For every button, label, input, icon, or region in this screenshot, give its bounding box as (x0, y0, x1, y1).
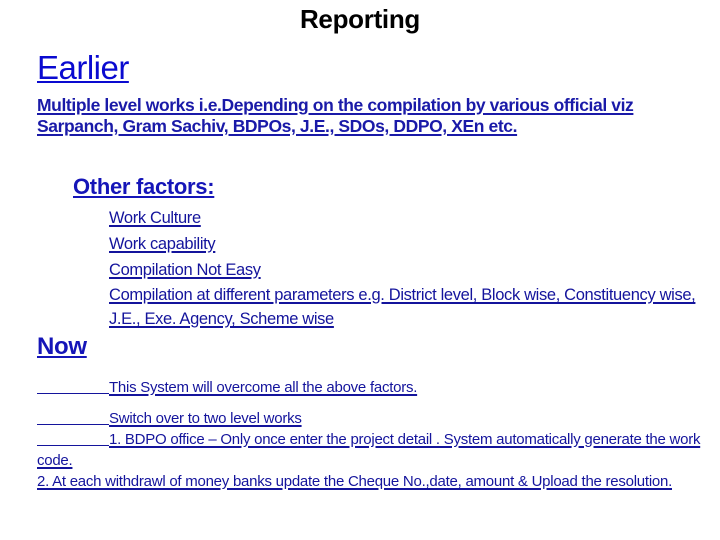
factor-item: Work Culture (109, 205, 709, 231)
heading-earlier: Earlier (37, 49, 129, 86)
now-line: 2. At each withdrawl of money banks upda… (37, 471, 702, 492)
factor-text: Compilation at different parameters e.g.… (109, 286, 696, 328)
indent-underline (37, 410, 109, 425)
now-line-text: This System will overcome all the above … (109, 379, 418, 396)
now-line: This System will overcome all the above … (37, 377, 702, 398)
factor-item: Work capability (109, 231, 709, 257)
factor-item: Compilation at different parameters e.g.… (109, 283, 709, 331)
now-line: 1. BDPO office – Only once enter the pro… (37, 429, 702, 471)
factor-text: Work capability (109, 235, 216, 253)
now-line-text: 1. BDPO office – Only once enter the pro… (37, 431, 701, 469)
now-line-text: Switch over to two level works (109, 410, 302, 427)
slide-title: Reporting (299, 4, 421, 34)
now-line-text: 2. At each withdrawl of money banks upda… (37, 473, 672, 490)
now-body: This System will overcome all the above … (37, 377, 702, 492)
indent-underline (37, 379, 109, 394)
earlier-intro-text: Multiple level works i.e.Depending on th… (37, 95, 634, 136)
factor-text: Compilation Not Easy (109, 261, 261, 279)
heading-now: Now (37, 333, 87, 360)
heading-other-factors: Other factors: (73, 174, 215, 199)
factor-text: Work Culture (109, 209, 201, 227)
indent-underline (37, 431, 109, 446)
factors-list: Work Culture Work capability Compilation… (109, 205, 709, 331)
factor-item: Compilation Not Easy (109, 257, 709, 283)
now-line: Switch over to two level works (37, 408, 702, 429)
